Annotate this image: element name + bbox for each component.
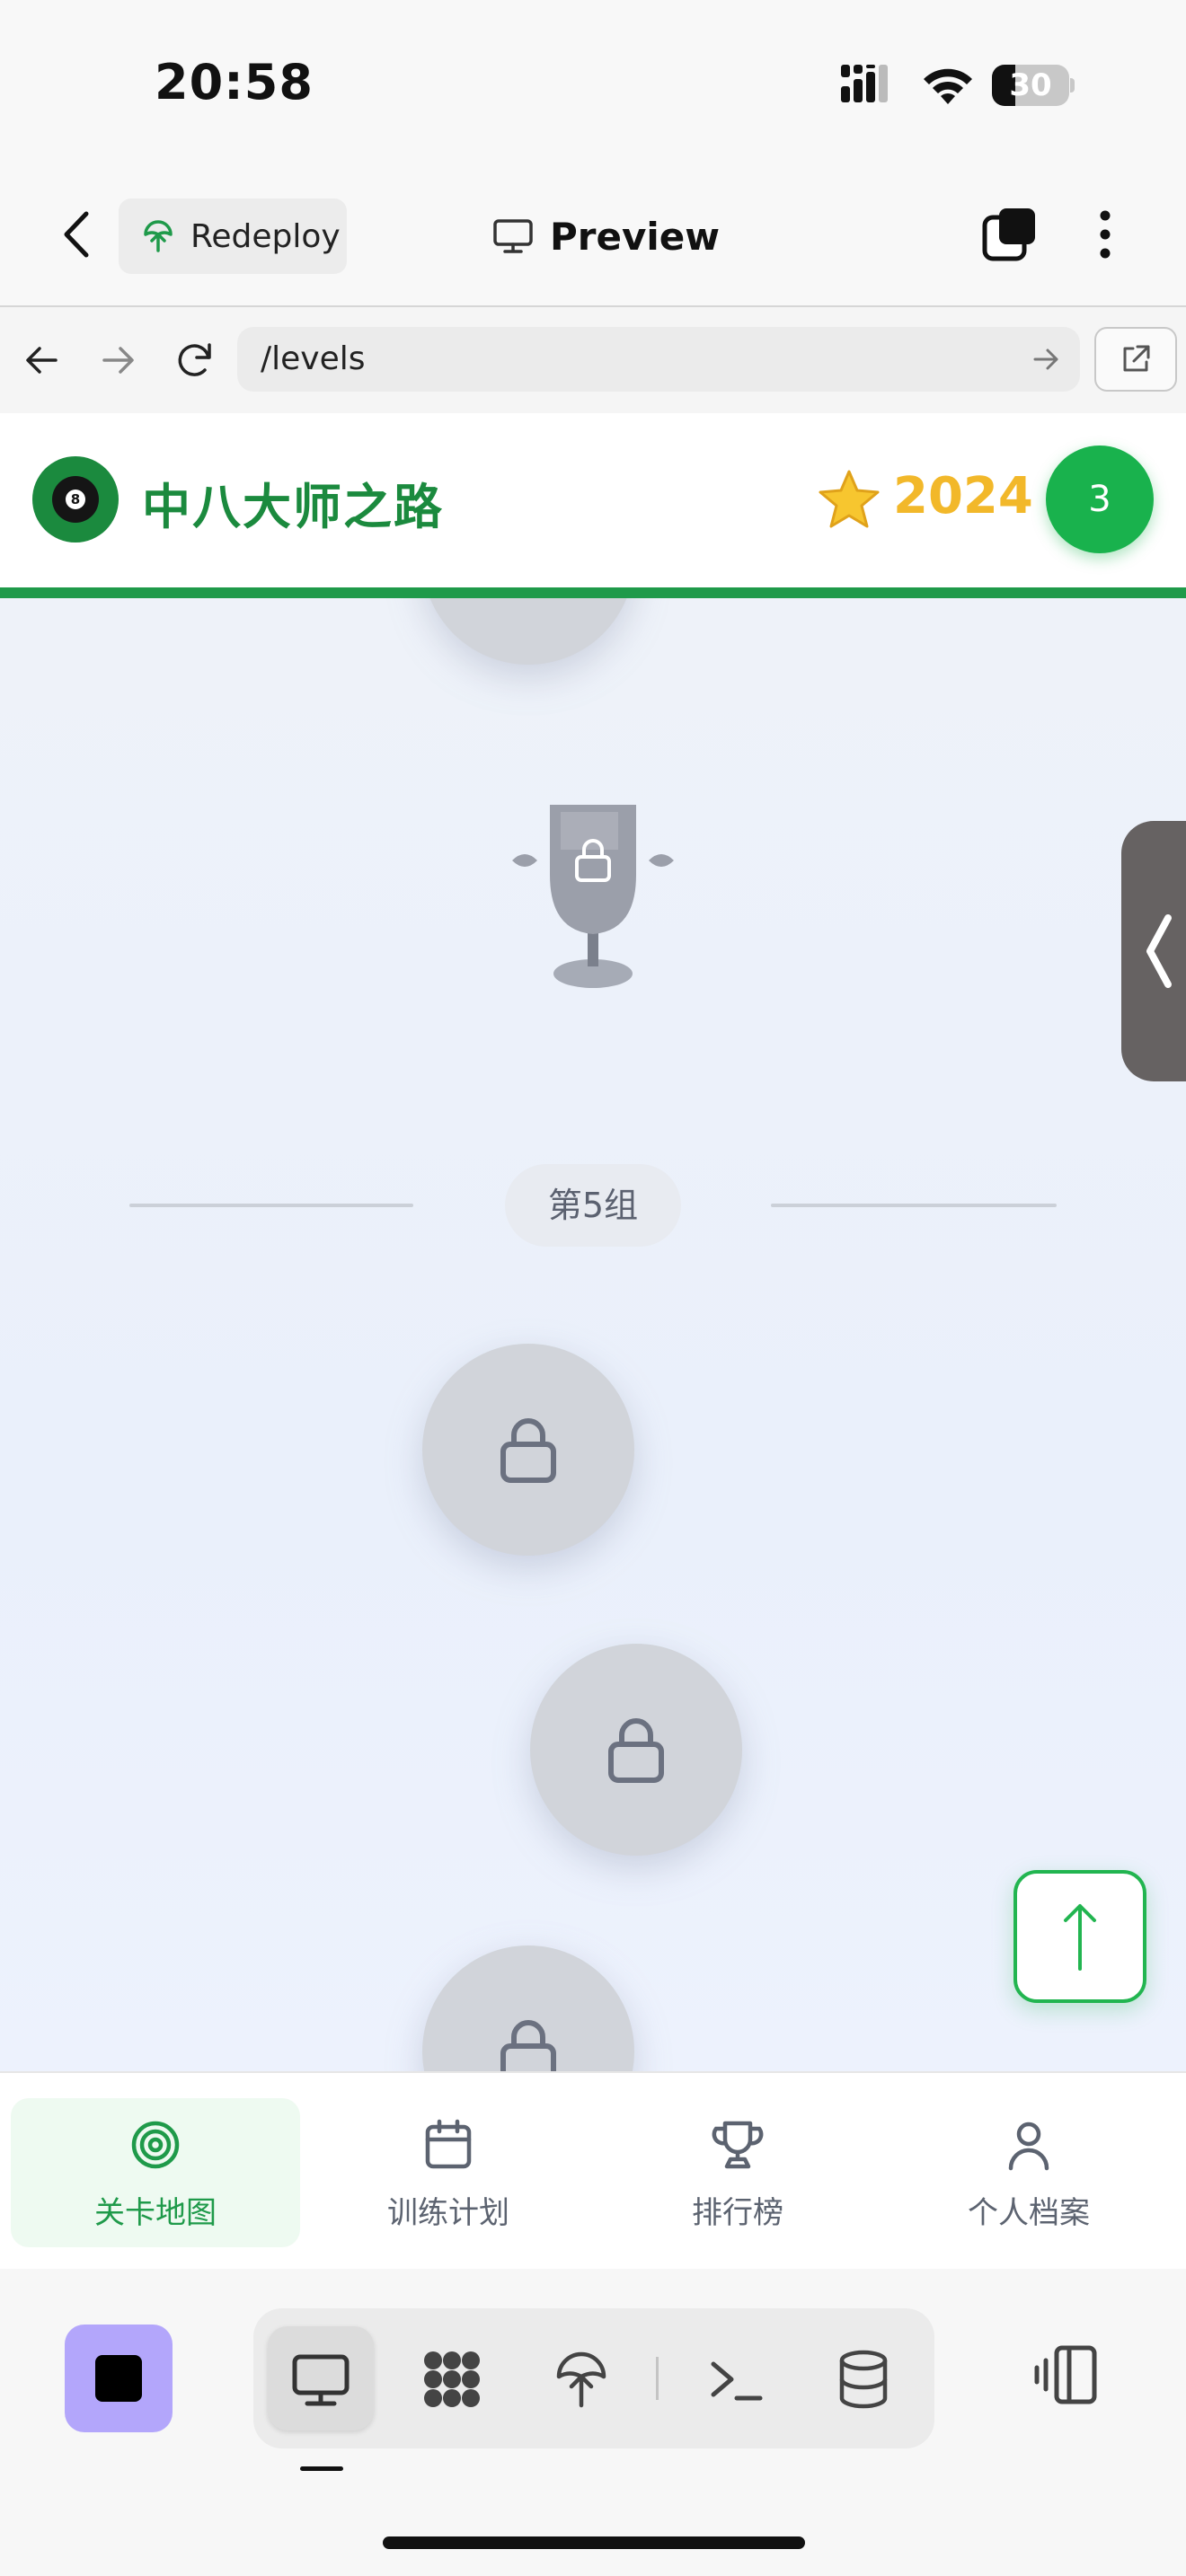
group-label: 第5组 xyxy=(505,1164,681,1247)
monitor-icon xyxy=(493,219,533,253)
home-indicator xyxy=(383,2536,805,2549)
nav-item-level-map[interactable]: 关卡地图 xyxy=(11,2098,300,2247)
lock-icon xyxy=(608,1718,664,1783)
browser-forward-icon[interactable] xyxy=(95,338,140,383)
monitor-icon xyxy=(292,2354,350,2406)
score-value: 2024 xyxy=(893,467,1033,525)
tool-preview[interactable] xyxy=(268,2326,374,2430)
deploy-icon xyxy=(556,2351,606,2408)
reload-icon[interactable] xyxy=(173,338,217,383)
browser-bar: /levels xyxy=(0,305,1186,415)
user-icon xyxy=(1008,2122,1049,2171)
locked-trophy-icon xyxy=(512,805,674,988)
level-node-locked[interactable] xyxy=(422,1344,634,1556)
back-chevron-icon[interactable] xyxy=(50,203,101,266)
browser-back-icon[interactable] xyxy=(20,338,65,383)
tool-grid[interactable] xyxy=(399,2326,505,2430)
nav-item-leaderboard[interactable]: 排行榜 xyxy=(593,2098,882,2247)
level-node-locked[interactable] xyxy=(422,1945,634,2071)
divider-line-left xyxy=(129,1204,413,1207)
deploy-icon xyxy=(144,220,173,252)
grid-icon xyxy=(424,2351,480,2407)
terminal-icon xyxy=(711,2361,763,2401)
calendar-icon xyxy=(425,2119,472,2169)
battery-icon: 30 xyxy=(992,65,1075,106)
bottom-nav: 关卡地图 训练计划 排行榜 个人档案 xyxy=(0,2071,1186,2271)
nav-label: 关卡地图 xyxy=(94,2195,217,2231)
preview-label: Preview xyxy=(550,214,721,259)
preview-title: Preview xyxy=(492,207,720,266)
eight-ball-logo: 8 xyxy=(32,456,119,543)
active-tool-indicator xyxy=(300,2466,343,2471)
dev-toolbar xyxy=(0,2269,1186,2576)
url-text: /levels xyxy=(261,340,366,377)
tool-deploy[interactable] xyxy=(528,2326,634,2430)
redeploy-button[interactable]: Redeploy xyxy=(119,198,347,274)
battery-percent: 30 xyxy=(1009,67,1052,103)
tool-group xyxy=(253,2308,934,2448)
level-node-locked[interactable] xyxy=(422,598,634,665)
side-drawer-handle[interactable] xyxy=(1121,821,1186,1081)
nav-label: 个人档案 xyxy=(968,2195,1090,2231)
stop-icon xyxy=(95,2355,142,2402)
panel-toggle-icon[interactable] xyxy=(1033,2341,1102,2409)
tool-database[interactable] xyxy=(810,2326,916,2430)
database-icon xyxy=(839,2350,888,2409)
url-field[interactable]: /levels xyxy=(237,327,1080,392)
nav-label: 排行榜 xyxy=(692,2195,783,2231)
level-map: 第5组 xyxy=(0,598,1186,2071)
arrow-up-icon xyxy=(1064,1904,1096,1971)
level-badge[interactable]: 3 xyxy=(1046,446,1154,553)
chevron-left-icon xyxy=(1146,914,1172,988)
nav-item-training-plan[interactable]: 训练计划 xyxy=(304,2098,593,2247)
tool-terminal[interactable] xyxy=(683,2326,789,2430)
cellular-signal-icon xyxy=(841,65,888,102)
scroll-to-top-button[interactable] xyxy=(1013,1870,1146,2003)
star-icon xyxy=(819,470,880,528)
go-arrow-icon[interactable] xyxy=(1031,345,1060,374)
lock-icon xyxy=(500,1418,556,1483)
status-time: 20:58 xyxy=(155,54,314,110)
wifi-icon xyxy=(924,68,972,104)
more-options-icon[interactable] xyxy=(1094,207,1116,262)
game-title: 中八大师之路 xyxy=(142,479,444,535)
level-node-locked[interactable] xyxy=(530,1644,742,1856)
open-external-button[interactable] xyxy=(1094,327,1177,392)
target-icon xyxy=(131,2121,180,2169)
game-header: 8 中八大师之路 2024 3 xyxy=(0,413,1186,598)
nav-item-profile[interactable]: 个人档案 xyxy=(884,2098,1173,2247)
lock-icon xyxy=(500,2020,556,2071)
external-link-icon xyxy=(1123,345,1150,372)
redeploy-label: Redeploy xyxy=(190,217,341,255)
nav-label: 训练计划 xyxy=(387,2195,509,2231)
tool-separator xyxy=(656,2357,659,2400)
stop-button[interactable] xyxy=(65,2325,173,2432)
divider-line-right xyxy=(771,1204,1057,1207)
tabs-icon[interactable] xyxy=(981,207,1037,262)
trophy-icon xyxy=(712,2121,764,2169)
